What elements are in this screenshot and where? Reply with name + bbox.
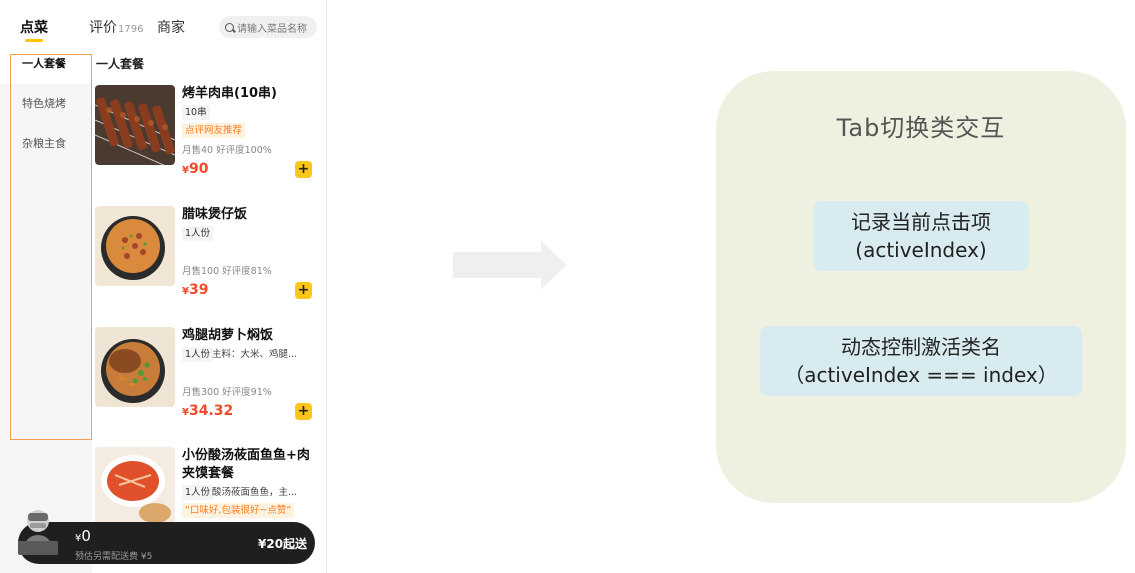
concept-point-line: 记录当前点击项	[851, 210, 991, 234]
currency-symbol: ¥	[182, 286, 189, 297]
currency-symbol: ¥	[182, 165, 189, 176]
sidebar-highlight-outline	[10, 54, 92, 440]
dish-tag: 1人份	[182, 485, 214, 500]
concept-point-line: 动态控制激活类名	[841, 335, 1001, 359]
dish-name: 烤羊肉串(10串)	[182, 86, 277, 101]
tab-reviews[interactable]: 评价1796	[89, 17, 143, 37]
concept-title: Tab切换类交互	[836, 114, 1006, 142]
concept-point-active-class: 动态控制激活类名 （activeIndex === index）	[760, 326, 1082, 396]
min-order-button[interactable]: ¥20起送	[258, 535, 307, 552]
dish-sales: 月售100 好评度81%	[182, 266, 272, 277]
concept-point-record-index: 记录当前点击项 (activeIndex)	[813, 201, 1029, 271]
delivery-fee-note: 预估另需配送费 ¥5	[75, 552, 153, 562]
search-placeholder: 请输入菜品名称	[237, 23, 307, 35]
dish-item[interactable]: 鸡腿胡萝卜焖饭 1人份 主料：大米、鸡腿... 月售300 好评度91% ¥34…	[95, 327, 320, 437]
add-to-cart-button[interactable]: +	[295, 403, 312, 420]
right-arrow-icon	[453, 241, 567, 289]
active-tab-indicator	[25, 39, 43, 42]
dish-promo: 点评网友推荐	[182, 123, 246, 138]
dish-description: 主料：大米、鸡腿...	[212, 349, 298, 360]
dish-image	[95, 327, 175, 407]
dish-tag: 10串	[182, 105, 210, 120]
dish-price: ¥39	[182, 282, 208, 298]
dish-name: 小份酸汤莜面鱼鱼+肉夹馍套餐	[182, 448, 310, 481]
top-nav: 点菜 评价1796 商家 请输入菜品名称	[0, 0, 326, 44]
price-value: 39	[188, 282, 209, 298]
concept-point-code: （activeIndex === index）	[784, 363, 1058, 387]
cart-total: ¥0	[75, 527, 91, 545]
add-to-cart-button[interactable]: +	[295, 282, 312, 299]
dish-sales: 月售300 好评度91%	[182, 387, 272, 398]
dish-tag: 1人份	[182, 347, 214, 362]
tab-reviews-label: 评价	[89, 20, 117, 36]
dish-name: 鸡腿胡萝卜焖饭	[182, 328, 274, 343]
phone-screen: 点菜 评价1796 商家 请输入菜品名称 一人套餐 特色烧烤 杂粮主食 一人套餐	[0, 0, 327, 573]
dish-promo: “口味好,包装很好~点赞”	[182, 503, 295, 518]
dish-description: 酸汤莜面鱼鱼，主...	[212, 487, 298, 498]
dish-tag: 1人份	[182, 226, 214, 241]
review-count: 1796	[118, 24, 144, 35]
dish-item[interactable]: 烤羊肉串(10串) 10串 点评网友推荐 月售40 好评度100% ¥90 +	[95, 85, 320, 195]
panel-divider	[326, 0, 327, 573]
dish-sales: 月售40 好评度100%	[182, 145, 272, 156]
currency-symbol: ¥	[182, 407, 189, 418]
price-value: 90	[188, 161, 209, 177]
dish-name: 腊味煲仔饭	[182, 207, 248, 222]
cart-total-value: 0	[81, 527, 91, 545]
section-title: 一人套餐	[96, 57, 145, 71]
search-icon	[225, 22, 234, 32]
cart-mascot-icon	[16, 505, 60, 561]
dish-price: ¥90	[182, 161, 208, 177]
concept-point-code: (activeIndex)	[855, 238, 987, 262]
search-input[interactable]: 请输入菜品名称	[219, 16, 317, 38]
dish-item[interactable]: 腊味煲仔饭 1人份 月售100 好评度81% ¥39 +	[95, 206, 320, 316]
dish-image	[95, 206, 175, 286]
price-value: 34.32	[188, 403, 234, 419]
tab-order[interactable]: 点菜	[20, 17, 48, 37]
dish-image	[95, 85, 175, 165]
dish-price: ¥34.32	[182, 403, 233, 419]
tab-merchant[interactable]: 商家	[157, 17, 185, 37]
add-to-cart-button[interactable]: +	[295, 161, 312, 178]
dish-image	[95, 447, 175, 527]
